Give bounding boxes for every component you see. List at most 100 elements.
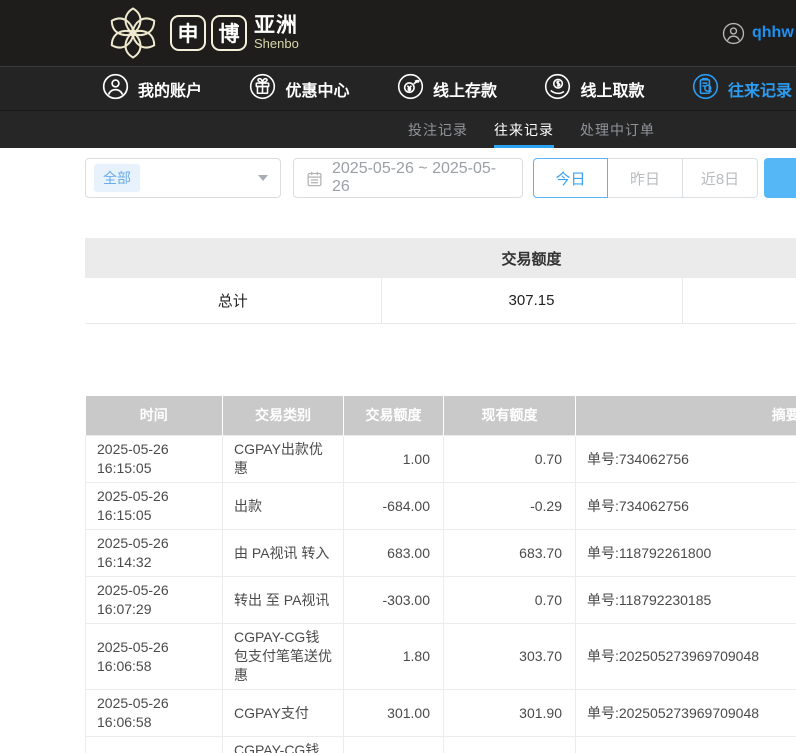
- selected-type-chip: 全部: [94, 164, 140, 192]
- summary-total-value: 307.15: [381, 278, 682, 323]
- gift-icon: [249, 73, 276, 105]
- cell-type: 由 PA视讯 转入: [223, 530, 344, 577]
- summary-empty-cell: [682, 278, 796, 323]
- table-row: 2025-05-26 16:15:05CGPAY出款优惠1.000.70单号:7…: [86, 436, 796, 483]
- withdraw-hand-icon: [544, 73, 571, 105]
- summary-header-spacer: [682, 238, 796, 278]
- nav-item-label: 优惠中心: [285, 77, 349, 101]
- quick-range-group: 今日昨日近8日: [533, 158, 758, 198]
- cell-time: 2025-05-26 16:06:58: [86, 624, 223, 690]
- logo-subtitle-text: Shenbo: [254, 37, 299, 51]
- cell-amount: 1.00: [344, 436, 444, 483]
- transaction-type-select[interactable]: 全部: [85, 158, 281, 198]
- column-header: 交易额度: [344, 396, 444, 436]
- cell-summary: 单号:118792261800: [576, 530, 796, 577]
- nav-item-label: 线上取款: [580, 77, 644, 101]
- summary-table: 交易额度 总计 307.15: [85, 238, 796, 324]
- nav-item-label: 往来记录: [728, 77, 792, 101]
- transaction-records-icon: [692, 73, 719, 105]
- account-menu[interactable]: qhhw: [722, 0, 794, 66]
- table-row: 2025-05-26 16:06:58CGPAY支付301.00301.90单号…: [86, 690, 796, 737]
- range-button-yesterday[interactable]: 昨日: [608, 158, 683, 198]
- date-range-input[interactable]: 2025-05-26 ~ 2025-05-26: [293, 158, 523, 198]
- nav-item-online-withdrawal[interactable]: 线上取款: [544, 73, 644, 105]
- cell-summary: 单号:118792230185: [576, 577, 796, 624]
- page-root: 申 博 亚洲 Shenbo qhhw 我的账户优惠中心线上存款线上取款往来记录 …: [0, 0, 796, 753]
- table-row: 2025-05-26 13:06:32CGPAY-CG钱包支付笔笔送优惠1.80…: [86, 737, 796, 753]
- cell-amount: 683.00: [344, 530, 444, 577]
- table-row: 2025-05-26 16:15:05出款-684.00-0.29单号:7340…: [86, 483, 796, 530]
- user-avatar-icon: [722, 22, 745, 45]
- summary-total-row: 总计 307.15: [85, 278, 796, 323]
- cell-type: CGPAY出款优惠: [223, 436, 344, 483]
- cell-type: CGPAY-CG钱包支付笔笔送优惠: [223, 624, 344, 690]
- flower-logo-icon: [104, 4, 162, 62]
- cell-summary: 单号:202505273969709048: [576, 690, 796, 737]
- search-button[interactable]: [764, 158, 796, 198]
- nav-item-my-account[interactable]: 我的账户: [102, 73, 202, 105]
- cell-amount: -303.00: [344, 577, 444, 624]
- table-row: 2025-05-26 16:06:58CGPAY-CG钱包支付笔笔送优惠1.80…: [86, 624, 796, 690]
- calendar-icon: [306, 170, 323, 187]
- column-header: 摘要: [576, 396, 796, 436]
- summary-header-spacer: [85, 238, 381, 278]
- top-header: 申 博 亚洲 Shenbo qhhw: [0, 0, 796, 66]
- brand-logo[interactable]: 申 博 亚洲 Shenbo: [104, 4, 299, 62]
- records-header-row: 时间交易类别交易额度现有额度摘要: [86, 396, 796, 436]
- cell-balance: 0.70: [444, 577, 576, 624]
- cell-type: CGPAY支付: [223, 690, 344, 737]
- user-icon: [102, 73, 129, 105]
- cell-time: 2025-05-26 16:15:05: [86, 483, 223, 530]
- cell-amount: 301.00: [344, 690, 444, 737]
- content: 全部 2025-05-26 ~ 2025-05-26 今日昨日近8日: [0, 158, 796, 753]
- cell-summary: 单号:202505273969598421: [576, 737, 796, 753]
- cell-type: 出款: [223, 483, 344, 530]
- table-row: 2025-05-26 16:14:32由 PA视讯 转入683.00683.70…: [86, 530, 796, 577]
- deposit-hand-icon: [397, 73, 424, 105]
- logo-char-bo: 博: [211, 15, 247, 51]
- nav-item-transaction-records[interactable]: 往来记录: [692, 73, 792, 105]
- tab-transaction-records[interactable]: 往来记录: [494, 111, 554, 148]
- sub-nav: 投注记录往来记录处理中订单: [0, 110, 796, 148]
- main-nav: 我的账户 优惠中心 线上存款 线上取款 往来记录: [0, 66, 796, 110]
- chevron-down-icon: [258, 175, 268, 181]
- filter-row: 全部 2025-05-26 ~ 2025-05-26 今日昨日近8日: [85, 158, 796, 198]
- cell-type: 转出 至 PA视讯: [223, 577, 344, 624]
- logo-region-text: 亚洲: [254, 15, 299, 37]
- column-header: 现有额度: [444, 396, 576, 436]
- cell-amount: 1.80: [344, 624, 444, 690]
- date-range-value: 2025-05-26 ~ 2025-05-26: [332, 160, 510, 196]
- cell-time: 2025-05-26 16:14:32: [86, 530, 223, 577]
- cell-time: 2025-05-26 16:15:05: [86, 436, 223, 483]
- column-header: 交易类别: [223, 396, 344, 436]
- summary-header-row: 交易额度: [85, 238, 796, 278]
- summary-total-label: 总计: [85, 278, 381, 323]
- cell-time: 2025-05-26 16:07:29: [86, 577, 223, 624]
- cell-amount: 1.80: [344, 737, 444, 753]
- cell-balance: -0.29: [444, 483, 576, 530]
- range-button-today[interactable]: 今日: [533, 158, 608, 198]
- cell-time: 2025-05-26 16:06:58: [86, 690, 223, 737]
- username-text: qhhw: [752, 24, 794, 42]
- cell-summary: 单号:202505273969709048: [576, 624, 796, 690]
- tab-processing-orders[interactable]: 处理中订单: [580, 111, 655, 148]
- tab-betting-records[interactable]: 投注记录: [408, 111, 468, 148]
- cell-summary: 单号:734062756: [576, 436, 796, 483]
- nav-item-online-deposit[interactable]: 线上存款: [397, 73, 497, 105]
- cell-balance: 0.70: [444, 436, 576, 483]
- cell-balance: 683.70: [444, 530, 576, 577]
- cell-type: CGPAY-CG钱包支付笔笔送优惠: [223, 737, 344, 753]
- column-header: 时间: [86, 396, 223, 436]
- records-table: 时间交易类别交易额度现有额度摘要 2025-05-26 16:15:05CGPA…: [85, 396, 796, 753]
- summary-column-header: 交易额度: [381, 238, 682, 278]
- cell-summary: 单号:734062756: [576, 483, 796, 530]
- cell-time: 2025-05-26 13:06:32: [86, 737, 223, 753]
- cell-balance: 303.70: [444, 624, 576, 690]
- cell-amount: -684.00: [344, 483, 444, 530]
- range-button-last-8-days[interactable]: 近8日: [683, 158, 758, 198]
- nav-item-promotions[interactable]: 优惠中心: [249, 73, 349, 105]
- nav-item-label: 我的账户: [138, 77, 202, 101]
- logo-char-shen: 申: [170, 15, 206, 51]
- cell-balance: 307.90: [444, 737, 576, 753]
- cell-balance: 301.90: [444, 690, 576, 737]
